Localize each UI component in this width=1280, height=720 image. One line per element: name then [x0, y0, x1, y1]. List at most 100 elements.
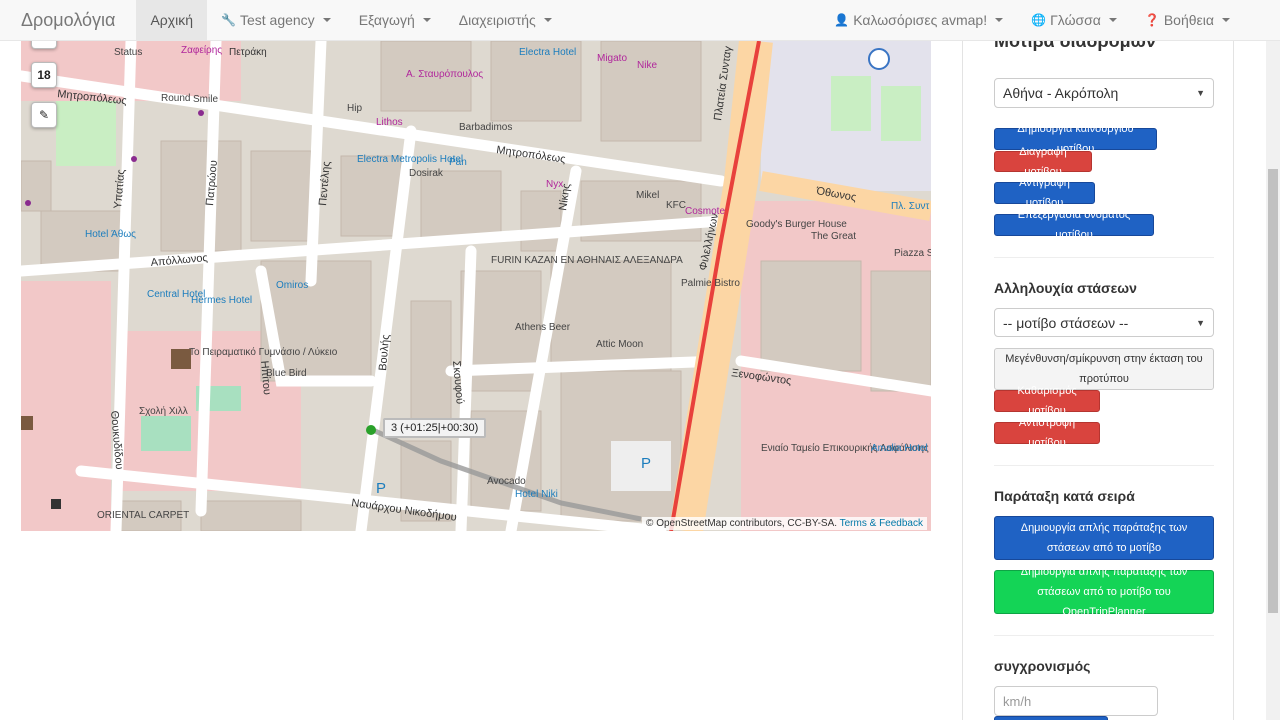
poi-nyx: Nyx — [546, 179, 563, 190]
order-title: Παράταξη κατά σειρά — [994, 488, 1135, 504]
scrollbar-thumb[interactable] — [1268, 169, 1278, 613]
poi-nike: Nike — [637, 60, 657, 71]
top-navbar: Δρομολόγια Αρχική 🔧 Test agency Εξαγωγή … — [0, 0, 1280, 41]
poi-furin: FURIN KAZAN ΕΝ ΑΘΗΝΑΙΣ ΑΛΕΞΑΝΔΡΑ — [491, 255, 683, 266]
map-park — [881, 86, 921, 141]
poi-round: Round — [161, 93, 190, 104]
brand-title[interactable]: Δρομολόγια — [0, 0, 136, 41]
nav-agency-label: Test agency — [239, 11, 315, 28]
pattern-select[interactable]: Αθήνα - Ακρόπολη ▼ — [994, 78, 1214, 108]
nav-help-label: Βοήθεια — [1163, 11, 1214, 28]
map-area — [21, 281, 111, 531]
poi-hip: Hip — [347, 103, 362, 114]
poi-omiros: Omiros — [276, 280, 308, 291]
nav-admin[interactable]: Διαχειριστής — [445, 0, 566, 41]
street-plateia: Πλατεία Συνταγ — [712, 45, 734, 122]
page-scrollbar[interactable] — [1266, 41, 1280, 720]
map-park — [831, 76, 871, 131]
stops-pattern-select[interactable]: -- μοτίβο στάσεων -- ▼ — [994, 308, 1214, 337]
map-attribution: © OpenStreetMap contributors, CC-BY-SA. … — [642, 517, 927, 530]
speed-input[interactable]: km/h — [994, 686, 1158, 716]
poi-goodys: Goody's Burger House — [746, 219, 847, 230]
sidebar-title: Μοτίβα διαδρομών — [994, 41, 1156, 51]
divider — [994, 465, 1214, 466]
poi-scholi: Σχολή Χιλλ — [139, 405, 188, 417]
map-tiles: Μητροπόλεως Μητροπόλεως Απόλλωνος Όθωνος… — [21, 41, 931, 531]
divider — [994, 635, 1214, 636]
chevron-down-icon — [322, 18, 331, 22]
poi-hotel-athos: Hotel Άθως — [85, 229, 136, 240]
chevron-down-icon — [1222, 18, 1230, 22]
poi-attic-moon: Attic Moon — [596, 339, 643, 350]
clear-pattern-button[interactable]: Καθαρισμός μοτίβου — [994, 385, 1100, 417]
divider — [994, 257, 1214, 258]
poi-smile: Smile — [193, 94, 218, 105]
poi-parking-1: P — [376, 480, 386, 497]
poi-lithos: Lithos — [376, 117, 403, 128]
zoom-level: 18 — [31, 62, 57, 88]
nav-export-label: Εξαγωγή — [358, 11, 415, 28]
street-pentelis: Πεντέλης — [317, 161, 333, 206]
poi-hotel-niki: Hotel Niki — [515, 489, 558, 500]
patterns-sidebar: Μοτίβα διαδρομών Αθήνα - Ακρόπολη ▼ Δημι… — [962, 41, 1234, 720]
nav-language[interactable]: 🌐 Γλώσσα — [1017, 0, 1131, 41]
chevron-down-icon — [543, 18, 552, 22]
stops-select-value: -- μοτίβο στάσεων -- — [1003, 314, 1129, 331]
street-apollonos: Απόλλωνος — [150, 252, 208, 269]
nav-admin-label: Διαχειριστής — [458, 11, 536, 28]
poi-amalia: Amalia Hotel — [871, 443, 928, 454]
chevron-down-icon — [422, 18, 431, 22]
edit-icon[interactable]: ✎ — [31, 102, 57, 128]
poi-status: Status — [114, 47, 142, 58]
poi-migato: Migato — [597, 53, 627, 64]
reverse-pattern-button[interactable]: Αντιστροφή μοτίβου — [994, 417, 1100, 449]
delete-pattern-button[interactable]: Διαγραφή μοτίβου — [994, 146, 1092, 178]
poi-electra-metropolis: Electra Metropolis Hotel — [357, 154, 463, 165]
nav-help[interactable]: ❓ Βοήθεια — [1131, 0, 1244, 41]
chevron-down-icon — [995, 18, 1004, 22]
poi-oriental: ORIENTAL CARPET — [97, 510, 189, 521]
sync-title: συγχρονισμός — [994, 658, 1091, 674]
nav-home-label: Αρχική — [150, 11, 194, 28]
question-circle-icon: ❓ — [1144, 12, 1160, 27]
sync-button[interactable] — [994, 716, 1108, 720]
rename-pattern-button[interactable]: Επεξεργασία ονόματος μοτίβου — [994, 209, 1154, 241]
nav-user[interactable]: 👤 Καλωσόρισες avmap! — [820, 0, 1017, 41]
wrench-icon: 🔧 — [221, 12, 236, 27]
poi-electra: Electra Hotel — [519, 47, 576, 58]
poi-mikel: Mikel — [636, 190, 659, 201]
chevron-down-icon: ▼ — [1196, 317, 1205, 328]
nav-export[interactable]: Εξαγωγή — [345, 0, 445, 41]
nav-user-label: Καλωσόρισες avmap! — [853, 11, 988, 28]
auto-timetable-button[interactable]: Δημιουργία απλής παράταξης των στάσεων α… — [994, 516, 1214, 560]
globe-icon: 🌐 — [1031, 12, 1047, 27]
stops-sequence-title: Αλληλουχία στάσεων — [994, 280, 1137, 296]
user-icon: 👤 — [834, 12, 850, 27]
poi-stavropoulos: Α. Σταυρόπουλος — [406, 68, 483, 80]
nav-agency[interactable]: 🔧 Test agency — [207, 0, 345, 41]
map-park — [141, 416, 191, 451]
poi-gymnasio: Το Πειραματικό Γυμνάσιο / Λύκειο — [189, 346, 338, 358]
poi-zafeiris: Ζαφείρης — [181, 44, 222, 56]
poi-the-great: The Great — [811, 231, 856, 242]
street-skoufou: Σκουφού — [450, 360, 466, 404]
poi-barbadimos: Barbadimos — [459, 122, 512, 133]
poi-cosmote: Cosmote — [685, 206, 725, 217]
nav-home[interactable]: Αρχική — [136, 0, 208, 41]
copy-pattern-button[interactable]: Αντιγραφή μοτίβου — [994, 177, 1095, 209]
poi-palmie: Palmie Bistro — [681, 278, 740, 289]
poi-athens-beer: Athens Beer — [515, 322, 571, 333]
zoom-out-button[interactable] — [31, 41, 57, 49]
poi-pan: Pan — [449, 157, 467, 168]
route-map[interactable]: Μητροπόλεως Μητροπόλεως Απόλλωνος Όθωνος… — [21, 41, 931, 531]
pattern-select-value: Αθήνα - Ακρόπολη — [1003, 85, 1119, 101]
street-voulis: Βουλής — [377, 334, 392, 371]
poi-piazza: Piazza Syntagm — [894, 248, 931, 259]
chevron-down-icon — [1108, 18, 1117, 22]
nav-right-group: 👤 Καλωσόρισες avmap! 🌐 Γλώσσα ❓ Βοήθεια — [820, 0, 1280, 41]
terms-link[interactable]: Terms & Feedback — [840, 518, 923, 529]
attribution-text: © OpenStreetMap contributors, CC-BY-SA. — [646, 518, 838, 529]
stop-marker[interactable] — [366, 425, 376, 435]
otp-timetable-button[interactable]: Δημιουργία απλής παράταξης των στάσεων α… — [994, 566, 1214, 618]
poi-kfc: KFC — [666, 200, 686, 211]
